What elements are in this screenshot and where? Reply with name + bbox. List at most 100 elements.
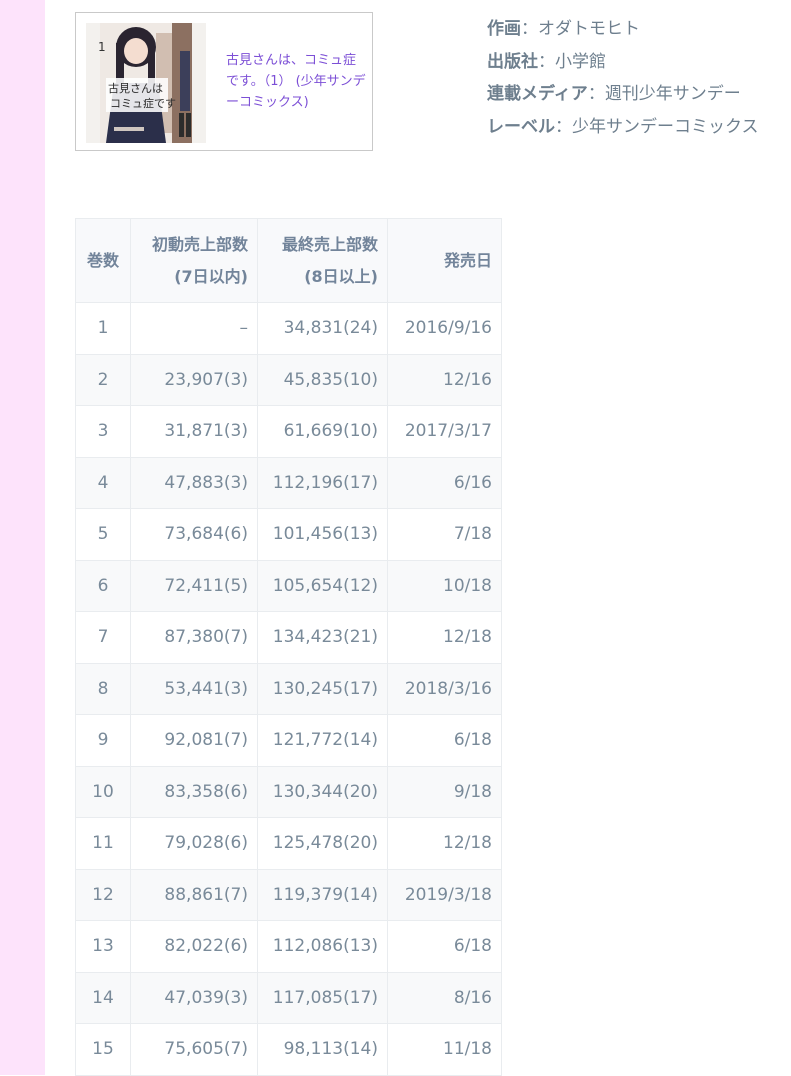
cell-final-sales: 34,831(24) — [257, 302, 388, 355]
cell-volume: 10 — [75, 765, 131, 818]
table-row: 9 92,081(7) 121,772(14) 6/18 — [75, 714, 502, 767]
header-final-sales: 最終売上部数 (8日以上) — [257, 218, 388, 303]
cell-first-week-sales: 79,028(6) — [130, 817, 258, 870]
cell-first-week-sales: – — [130, 302, 258, 355]
cell-final-sales: 117,085(17) — [257, 971, 388, 1024]
cell-volume: 8 — [75, 662, 131, 715]
header-volume: 巻数 — [75, 218, 131, 303]
cell-first-week-sales: 73,684(6) — [130, 508, 258, 561]
info-separator: ： — [538, 51, 555, 72]
cell-release-date: 9/18 — [387, 765, 502, 818]
cell-volume: 12 — [75, 868, 131, 921]
cell-first-week-sales: 75,605(7) — [130, 1023, 258, 1076]
cell-release-date: 12/18 — [387, 817, 502, 870]
cell-volume: 13 — [75, 920, 131, 973]
table-row: 1–34,831(24) 2016/9/16 — [75, 302, 502, 355]
cell-first-week-sales: 87,380(7) — [130, 611, 258, 664]
cell-first-week-sales: 31,871(3) — [130, 405, 258, 458]
cell-release-date: 8/16 — [387, 971, 502, 1024]
cell-volume: 15 — [75, 1023, 131, 1076]
info-row-label: レーベル：少年サンデーコミックス — [487, 111, 759, 144]
cell-release-date: 10/18 — [387, 559, 502, 612]
cell-first-week-sales: 72,411(5) — [130, 559, 258, 612]
cell-first-week-sales: 88,861(7) — [130, 868, 258, 921]
info-value: 少年サンデーコミックス — [572, 116, 759, 137]
cell-volume: 2 — [75, 353, 131, 406]
table-header-row: 巻数 初動売上部数 (7日以内) 最終売上部数 (8日以上) 発売日 — [75, 218, 502, 303]
cell-release-date: 2016/9/16 — [387, 302, 502, 355]
cell-first-week-sales: 83,358(6) — [130, 765, 258, 818]
header-final-sales-line1: 最終売上部数 — [281, 234, 378, 254]
cell-volume: 1 — [75, 302, 131, 355]
cell-final-sales: 134,423(21) — [257, 611, 388, 664]
table-row: 13 82,022(6) 112,086(13) 6/18 — [75, 920, 502, 973]
cell-final-sales: 98,113(14) — [257, 1023, 388, 1076]
cell-release-date: 7/18 — [387, 508, 502, 561]
cell-volume: 9 — [75, 714, 131, 767]
cell-volume: 11 — [75, 817, 131, 870]
cell-final-sales: 45,835(10) — [257, 353, 388, 406]
book-card: 1 古見さんは コミュ症です 古見さんは、コミュ症です。（1） (少年サンデーコ… — [75, 12, 373, 151]
info-row-artist: 作画：オダトモヒト — [487, 13, 759, 46]
table-row: 3 31,871(3) 61,669(10) 2017/3/17 — [75, 405, 502, 458]
header-release-date: 発売日 — [387, 218, 502, 303]
info-value: 小学館 — [555, 51, 606, 72]
info-separator: ： — [555, 116, 572, 137]
table-row: 11 79,028(6) 125,478(20) 12/18 — [75, 817, 502, 870]
cell-first-week-sales: 23,907(3) — [130, 353, 258, 406]
cell-first-week-sales: 47,039(3) — [130, 971, 258, 1024]
info-row-publisher: 出版社：小学館 — [487, 46, 759, 79]
cover-illustration: 1 古見さんは コミュ症です — [86, 23, 206, 143]
cell-final-sales: 112,196(17) — [257, 456, 388, 509]
cell-release-date: 12/16 — [387, 353, 502, 406]
info-separator: ： — [587, 84, 605, 104]
cell-final-sales: 105,654(12) — [257, 559, 388, 612]
cell-first-week-sales: 47,883(3) — [130, 456, 258, 509]
cell-release-date: 2018/3/16 — [387, 662, 502, 715]
table-row: 15 75,605(7) 98,113(14) 11/18 — [75, 1023, 502, 1076]
cell-volume: 6 — [75, 559, 131, 612]
cell-release-date: 11/18 — [387, 1023, 502, 1076]
info-label: 出版社 — [487, 51, 538, 72]
table-row: 5 73,684(6) 101,456(13) 7/18 — [75, 508, 502, 561]
table-row: 6 72,411(5) 105,654(12) 10/18 — [75, 559, 502, 612]
cell-volume: 5 — [75, 508, 131, 561]
table-row: 14 47,039(3) 117,085(17) 8/16 — [75, 971, 502, 1024]
info-value: オダトモヒト — [538, 19, 640, 39]
header-first-week-sales: 初動売上部数 (7日以内) — [130, 218, 258, 303]
cell-final-sales: 119,379(14) — [257, 868, 388, 921]
svg-text:古見さんは: 古見さんは — [108, 82, 163, 95]
cell-first-week-sales: 82,022(6) — [130, 920, 258, 973]
info-value: 週刊少年サンデー — [604, 84, 741, 104]
info-label: 連載メディア — [487, 84, 588, 104]
cell-first-week-sales: 92,081(7) — [130, 714, 258, 767]
cell-release-date: 6/18 — [387, 920, 502, 973]
info-label: 作画 — [487, 19, 521, 39]
book-title-link[interactable]: 古見さんは、コミュ症です。（1） (少年サンデーコミックス) — [226, 50, 366, 113]
header-first-week-sales-line2: (7日以内) — [174, 266, 248, 286]
cell-release-date: 2017/3/17 — [387, 405, 502, 458]
left-sidebar-band — [0, 0, 45, 1075]
table-row: 7 87,380(7) 134,423(21) 12/18 — [75, 611, 502, 664]
info-row-magazine: 連載メディア：週刊少年サンデー — [487, 78, 759, 111]
cell-first-week-sales: 53,441(3) — [130, 662, 258, 715]
info-separator: ： — [521, 19, 538, 39]
cell-release-date: 6/16 — [387, 456, 502, 509]
header-first-week-sales-line1: 初動売上部数 — [151, 234, 248, 254]
header-final-sales-line2: (8日以上) — [304, 266, 378, 286]
cell-volume: 14 — [75, 971, 131, 1024]
cell-release-date: 12/18 — [387, 611, 502, 664]
cell-release-date: 2019/3/18 — [387, 868, 502, 921]
svg-text:コミュ症です: コミュ症です — [110, 96, 176, 110]
cell-final-sales: 130,245(17) — [257, 662, 388, 715]
cell-final-sales: 61,669(10) — [257, 405, 388, 458]
book-cover-image[interactable]: 1 古見さんは コミュ症です — [86, 23, 206, 143]
cell-release-date: 6/18 — [387, 714, 502, 767]
table-row: 8 53,441(3) 130,245(17) 2018/3/16 — [75, 662, 502, 715]
book-info-list: 作画：オダトモヒト 出版社：小学館 連載メディア：週刊少年サンデー レーベル：少… — [487, 13, 759, 143]
cell-final-sales: 125,478(20) — [257, 817, 388, 870]
info-label: レーベル — [487, 116, 555, 137]
table-row: 2 23,907(3) 45,835(10) 12/16 — [75, 353, 502, 406]
sales-table: 巻数 初動売上部数 (7日以内) 最終売上部数 (8日以上) 発売日 1–34,83… — [75, 218, 502, 1076]
table-row: 10 83,358(6) 130,344(20) 9/18 — [75, 765, 502, 818]
